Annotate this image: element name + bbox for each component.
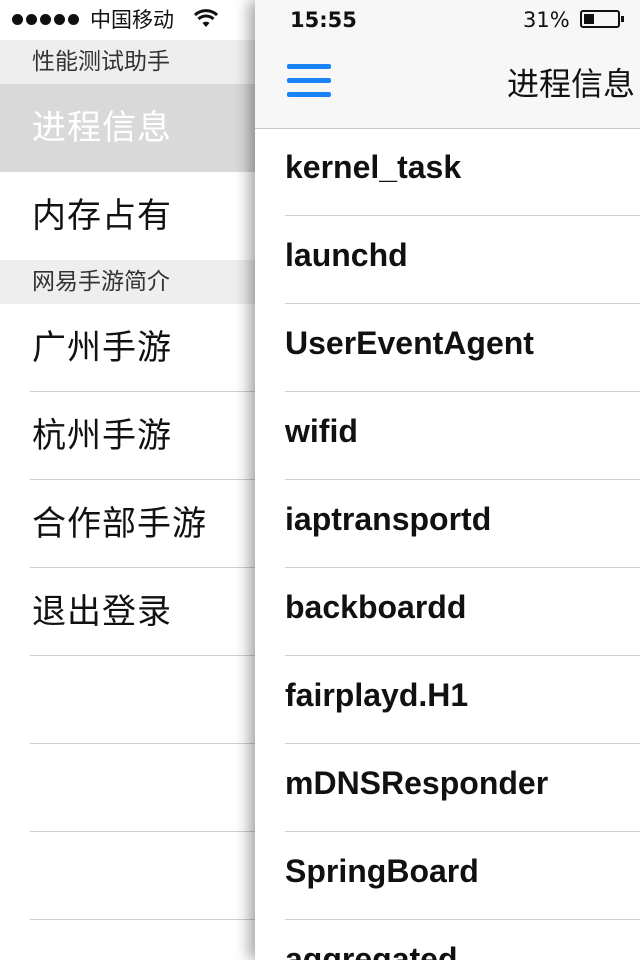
divider — [30, 831, 256, 832]
process-row[interactable]: kernel_task — [255, 128, 640, 216]
drawer-item-partner[interactable]: 合作部手游 — [0, 480, 256, 568]
drawer-item-hangzhou[interactable]: 杭州手游 — [0, 392, 256, 480]
hamburger-menu-icon[interactable] — [287, 64, 331, 98]
process-name: wifid — [285, 413, 358, 449]
status-time: 15:55 — [290, 8, 357, 32]
drawer-item-memory[interactable]: 内存占有 — [0, 172, 256, 260]
battery-fill — [584, 14, 594, 24]
divider — [30, 919, 256, 920]
process-row[interactable]: mDNSResponder — [255, 744, 640, 832]
process-row[interactable]: iaptransportd — [255, 480, 640, 568]
process-name: UserEventAgent — [285, 325, 534, 361]
process-row[interactable]: UserEventAgent — [255, 304, 640, 392]
process-name: fairplayd.H1 — [285, 677, 469, 713]
status-bar-left: 中国移动 — [0, 0, 256, 40]
section-header-performance: 性能测试助手 — [0, 40, 256, 84]
signal-dots-icon — [12, 14, 79, 26]
process-row[interactable]: backboardd — [255, 568, 640, 656]
process-name: iaptransportd — [285, 501, 492, 537]
divider — [30, 655, 256, 656]
wifi-icon — [194, 9, 218, 27]
battery-percentage: 31% — [523, 8, 570, 32]
drawer-item-process-info[interactable]: 进程信息 — [0, 84, 256, 172]
process-name: launchd — [285, 237, 408, 273]
process-name: mDNSResponder — [285, 765, 549, 801]
carrier-name: 中国移动 — [90, 8, 174, 32]
process-row[interactable]: wifid — [255, 392, 640, 480]
side-drawer: 中国移动 性能测试助手 进程信息 内存占有 网易手游简介 广州手游 杭州手游 合… — [0, 0, 256, 960]
main-panel: 15:55 31% 进程信息 kernel_tasklaunchd UserEve… — [255, 0, 640, 960]
process-name: SpringBoard — [285, 853, 479, 889]
process-name: kernel_task — [285, 149, 462, 185]
page-title: 进程信息 — [507, 65, 636, 103]
process-row[interactable]: fairplayd.H1 — [255, 656, 640, 744]
section-header-netease: 网易手游简介 — [0, 260, 256, 304]
process-name: aggregated — [285, 941, 458, 960]
process-row[interactable]: aggregated — [255, 920, 640, 960]
drawer-item-logout[interactable]: 退出登录 — [0, 568, 256, 656]
process-row[interactable]: launchd — [255, 216, 640, 304]
battery-icon — [580, 10, 624, 28]
process-name: backboardd — [285, 589, 467, 625]
navigation-bar: 15:55 31% 进程信息 — [255, 0, 640, 129]
drawer-item-guangzhou[interactable]: 广州手游 — [0, 304, 256, 392]
divider — [30, 743, 256, 744]
process-row[interactable]: SpringBoard — [255, 832, 640, 920]
